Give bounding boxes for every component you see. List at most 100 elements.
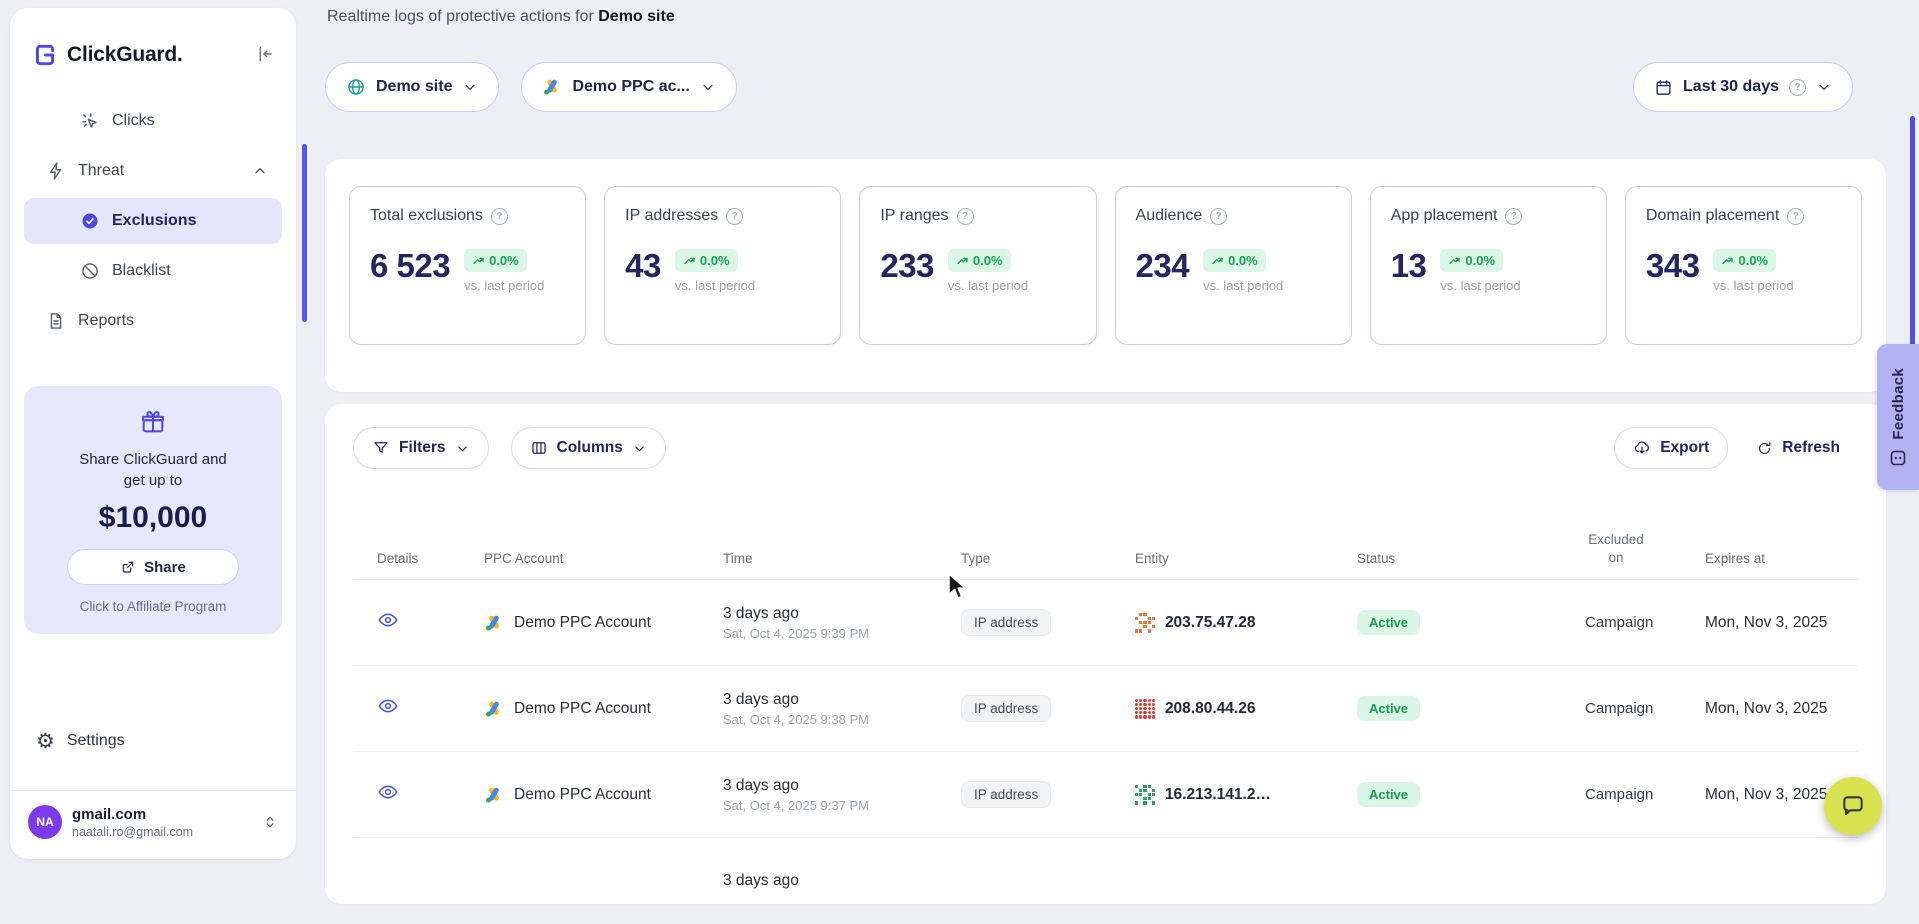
trend-up-icon [472,254,485,267]
document-icon [46,311,66,331]
feedback-tab[interactable]: Feedback [1877,344,1919,490]
sidebar-nav: Clicks Threat Exclusions Blacklist [10,92,296,344]
help-icon[interactable]: ? [1787,208,1804,225]
export-button[interactable]: Export [1614,427,1728,469]
account-switcher[interactable]: NA gmail.com naatali.ro@gmail.com [10,805,296,859]
details-eye-button[interactable] [377,695,399,720]
help-icon[interactable]: ? [491,208,508,225]
trend-value: 0.0% [973,253,1003,268]
site-selector[interactable]: Demo site [325,62,499,112]
trend-badge: 0.0% [1203,249,1266,272]
column-header-type: Type [961,551,1135,566]
ppc-account-selector[interactable]: Demo PPC ac... [521,62,736,112]
google-ads-icon [484,785,504,805]
column-header-expires-at: Expires at [1705,551,1858,566]
type-badge: IP address [961,609,1051,636]
chevron-down-icon [632,441,647,456]
trend-badge: 0.0% [1440,249,1503,272]
stat-label: IP ranges [880,207,948,225]
nav-label: Clicks [112,112,155,130]
refresh-icon [1756,440,1773,457]
column-header-excluded-on: Excluded on [1585,531,1647,566]
sidebar-item-reports[interactable]: Reports [24,298,282,344]
lightning-icon [46,161,66,181]
entity-value: 16.213.141.2… [1165,786,1271,804]
chevron-down-icon [1816,79,1832,95]
top-toolbar: Demo site Demo PPC ac... Last 30 days ? [325,62,1886,112]
calendar-icon [1654,78,1673,97]
stat-value: 6 523 [370,249,450,282]
stat-label: Audience [1136,207,1203,225]
table-row: 3 days ago [353,838,1858,924]
stat-card-audience: Audience? 234 0.0% vs. last period [1115,186,1352,345]
entity-value: 203.75.47.28 [1165,614,1256,632]
stat-label: Total exclusions [370,207,483,225]
time-relative: 3 days ago [723,777,961,795]
refresh-button[interactable]: Refresh [1756,439,1840,457]
chevron-down-icon [455,441,470,456]
details-eye-button[interactable] [377,609,399,634]
sidebar-item-settings[interactable]: ⚙ Settings [10,718,296,764]
eye-icon [377,609,399,631]
chat-launcher-button[interactable] [1824,777,1882,835]
clickguard-logo[interactable]: ClickGuard. [32,42,183,68]
stat-card-domain-placement: Domain placement? 343 0.0% vs. last peri… [1625,186,1862,345]
affiliate-link[interactable]: Click to Affiliate Program [40,599,266,614]
feedback-tab-label: Feedback [1890,368,1907,440]
funnel-icon [372,439,390,457]
sidebar-item-clicks[interactable]: Clicks [24,98,282,144]
sidebar-item-blacklist[interactable]: Blacklist [24,248,282,294]
stat-card-ip-ranges: IP ranges? 233 0.0% vs. last period [859,186,1096,345]
share-button[interactable]: Share [67,549,239,585]
sidebar-item-exclusions[interactable]: Exclusions [24,198,282,244]
columns-button-label: Columns [557,439,623,457]
trend-caption: vs. last period [675,278,755,293]
help-icon[interactable]: ? [1210,208,1227,225]
filters-button[interactable]: Filters [353,427,489,469]
sidebar-item-threat[interactable]: Threat [24,148,282,194]
date-range-label: Last 30 days [1683,78,1779,96]
stats-panel: Total exclusions? 6 523 0.0% vs. last pe… [325,159,1886,392]
site-selector-label: Demo site [376,78,452,96]
trend-badge: 0.0% [1713,249,1776,272]
help-icon[interactable]: ? [1789,79,1806,96]
help-icon[interactable]: ? [726,208,743,225]
google-ads-icon [484,699,504,719]
trend-caption: vs. last period [464,278,544,293]
external-link-icon [120,559,136,575]
status-badge: Active [1357,782,1420,807]
table-toolbar: Filters Columns Export Refresh [353,427,1858,469]
status-badge: Active [1357,696,1420,721]
trend-badge: 0.0% [675,249,738,272]
time-full: Sat, Oct 4, 2025 9:39 PM [723,626,961,641]
page-subtitle: Realtime logs of protective actions for … [327,8,675,26]
refresh-button-label: Refresh [1782,439,1840,457]
date-range-selector[interactable]: Last 30 days ? [1633,62,1853,112]
time-full: Sat, Oct 4, 2025 9:38 PM [723,712,961,727]
chevron-down-icon [462,79,478,95]
logo-row: ClickGuard. [10,8,296,92]
clickguard-logo-icon [32,42,58,68]
details-eye-button[interactable] [377,781,399,806]
table-row: Demo PPC Account 3 days agoSat, Oct 4, 2… [353,666,1858,752]
ppc-account-name: Demo PPC Account [514,614,651,632]
affiliate-promo-card: Share ClickGuard and get up to $10,000 S… [24,386,282,634]
trend-badge: 0.0% [464,249,527,272]
expires-at-value: Mon, Nov 3, 2025 [1705,614,1858,632]
nav-label: Exclusions [112,212,196,230]
stat-card-app-placement: App placement? 13 0.0% vs. last period [1370,186,1607,345]
help-icon[interactable]: ? [1505,208,1522,225]
stat-value: 13 [1391,249,1427,282]
help-icon[interactable]: ? [957,208,974,225]
entity-identicon [1135,699,1155,719]
eye-icon [377,695,399,717]
subtitle-site-name: Demo site [598,8,674,25]
shield-check-icon [80,211,100,231]
collapse-sidebar-button[interactable] [254,44,274,67]
promo-text: Share ClickGuard and get up to [40,449,266,491]
excluded-on-value: Campaign [1585,614,1705,631]
status-badge: Active [1357,610,1420,635]
nav-scrollbar[interactable] [302,144,307,322]
google-ads-icon [542,77,562,97]
columns-button[interactable]: Columns [511,427,666,469]
